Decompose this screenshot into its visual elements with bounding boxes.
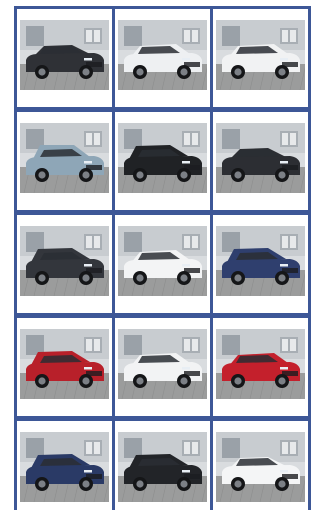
car-photo[interactable] — [118, 20, 207, 90]
car-photo[interactable] — [20, 432, 109, 502]
listing-card[interactable] — [17, 421, 112, 510]
listing-card[interactable] — [213, 318, 308, 416]
car-photo[interactable] — [216, 123, 305, 193]
listing-card[interactable] — [115, 318, 210, 416]
car-photo[interactable] — [20, 20, 109, 90]
car-photo[interactable] — [118, 123, 207, 193]
car-photo[interactable] — [118, 226, 207, 296]
listing-card[interactable] — [115, 421, 210, 510]
car-photo[interactable] — [20, 123, 109, 193]
car-photo[interactable] — [216, 20, 305, 90]
car-photo[interactable] — [216, 226, 305, 296]
car-photo[interactable] — [20, 226, 109, 296]
listing-card[interactable] — [17, 9, 112, 107]
listing-card[interactable] — [213, 9, 308, 107]
listing-card[interactable] — [213, 215, 308, 313]
listing-card[interactable] — [213, 112, 308, 210]
car-photo[interactable] — [216, 329, 305, 399]
car-photo[interactable] — [20, 329, 109, 399]
listing-card[interactable] — [17, 215, 112, 313]
car-photo[interactable] — [118, 432, 207, 502]
listing-card[interactable] — [115, 215, 210, 313]
listing-card[interactable] — [17, 318, 112, 416]
listing-card[interactable] — [115, 112, 210, 210]
car-photo[interactable] — [216, 432, 305, 502]
car-photo[interactable] — [118, 329, 207, 399]
listing-card[interactable] — [17, 112, 112, 210]
listing-card[interactable] — [213, 421, 308, 510]
listing-card[interactable] — [115, 9, 210, 107]
listing-grid — [14, 6, 311, 510]
